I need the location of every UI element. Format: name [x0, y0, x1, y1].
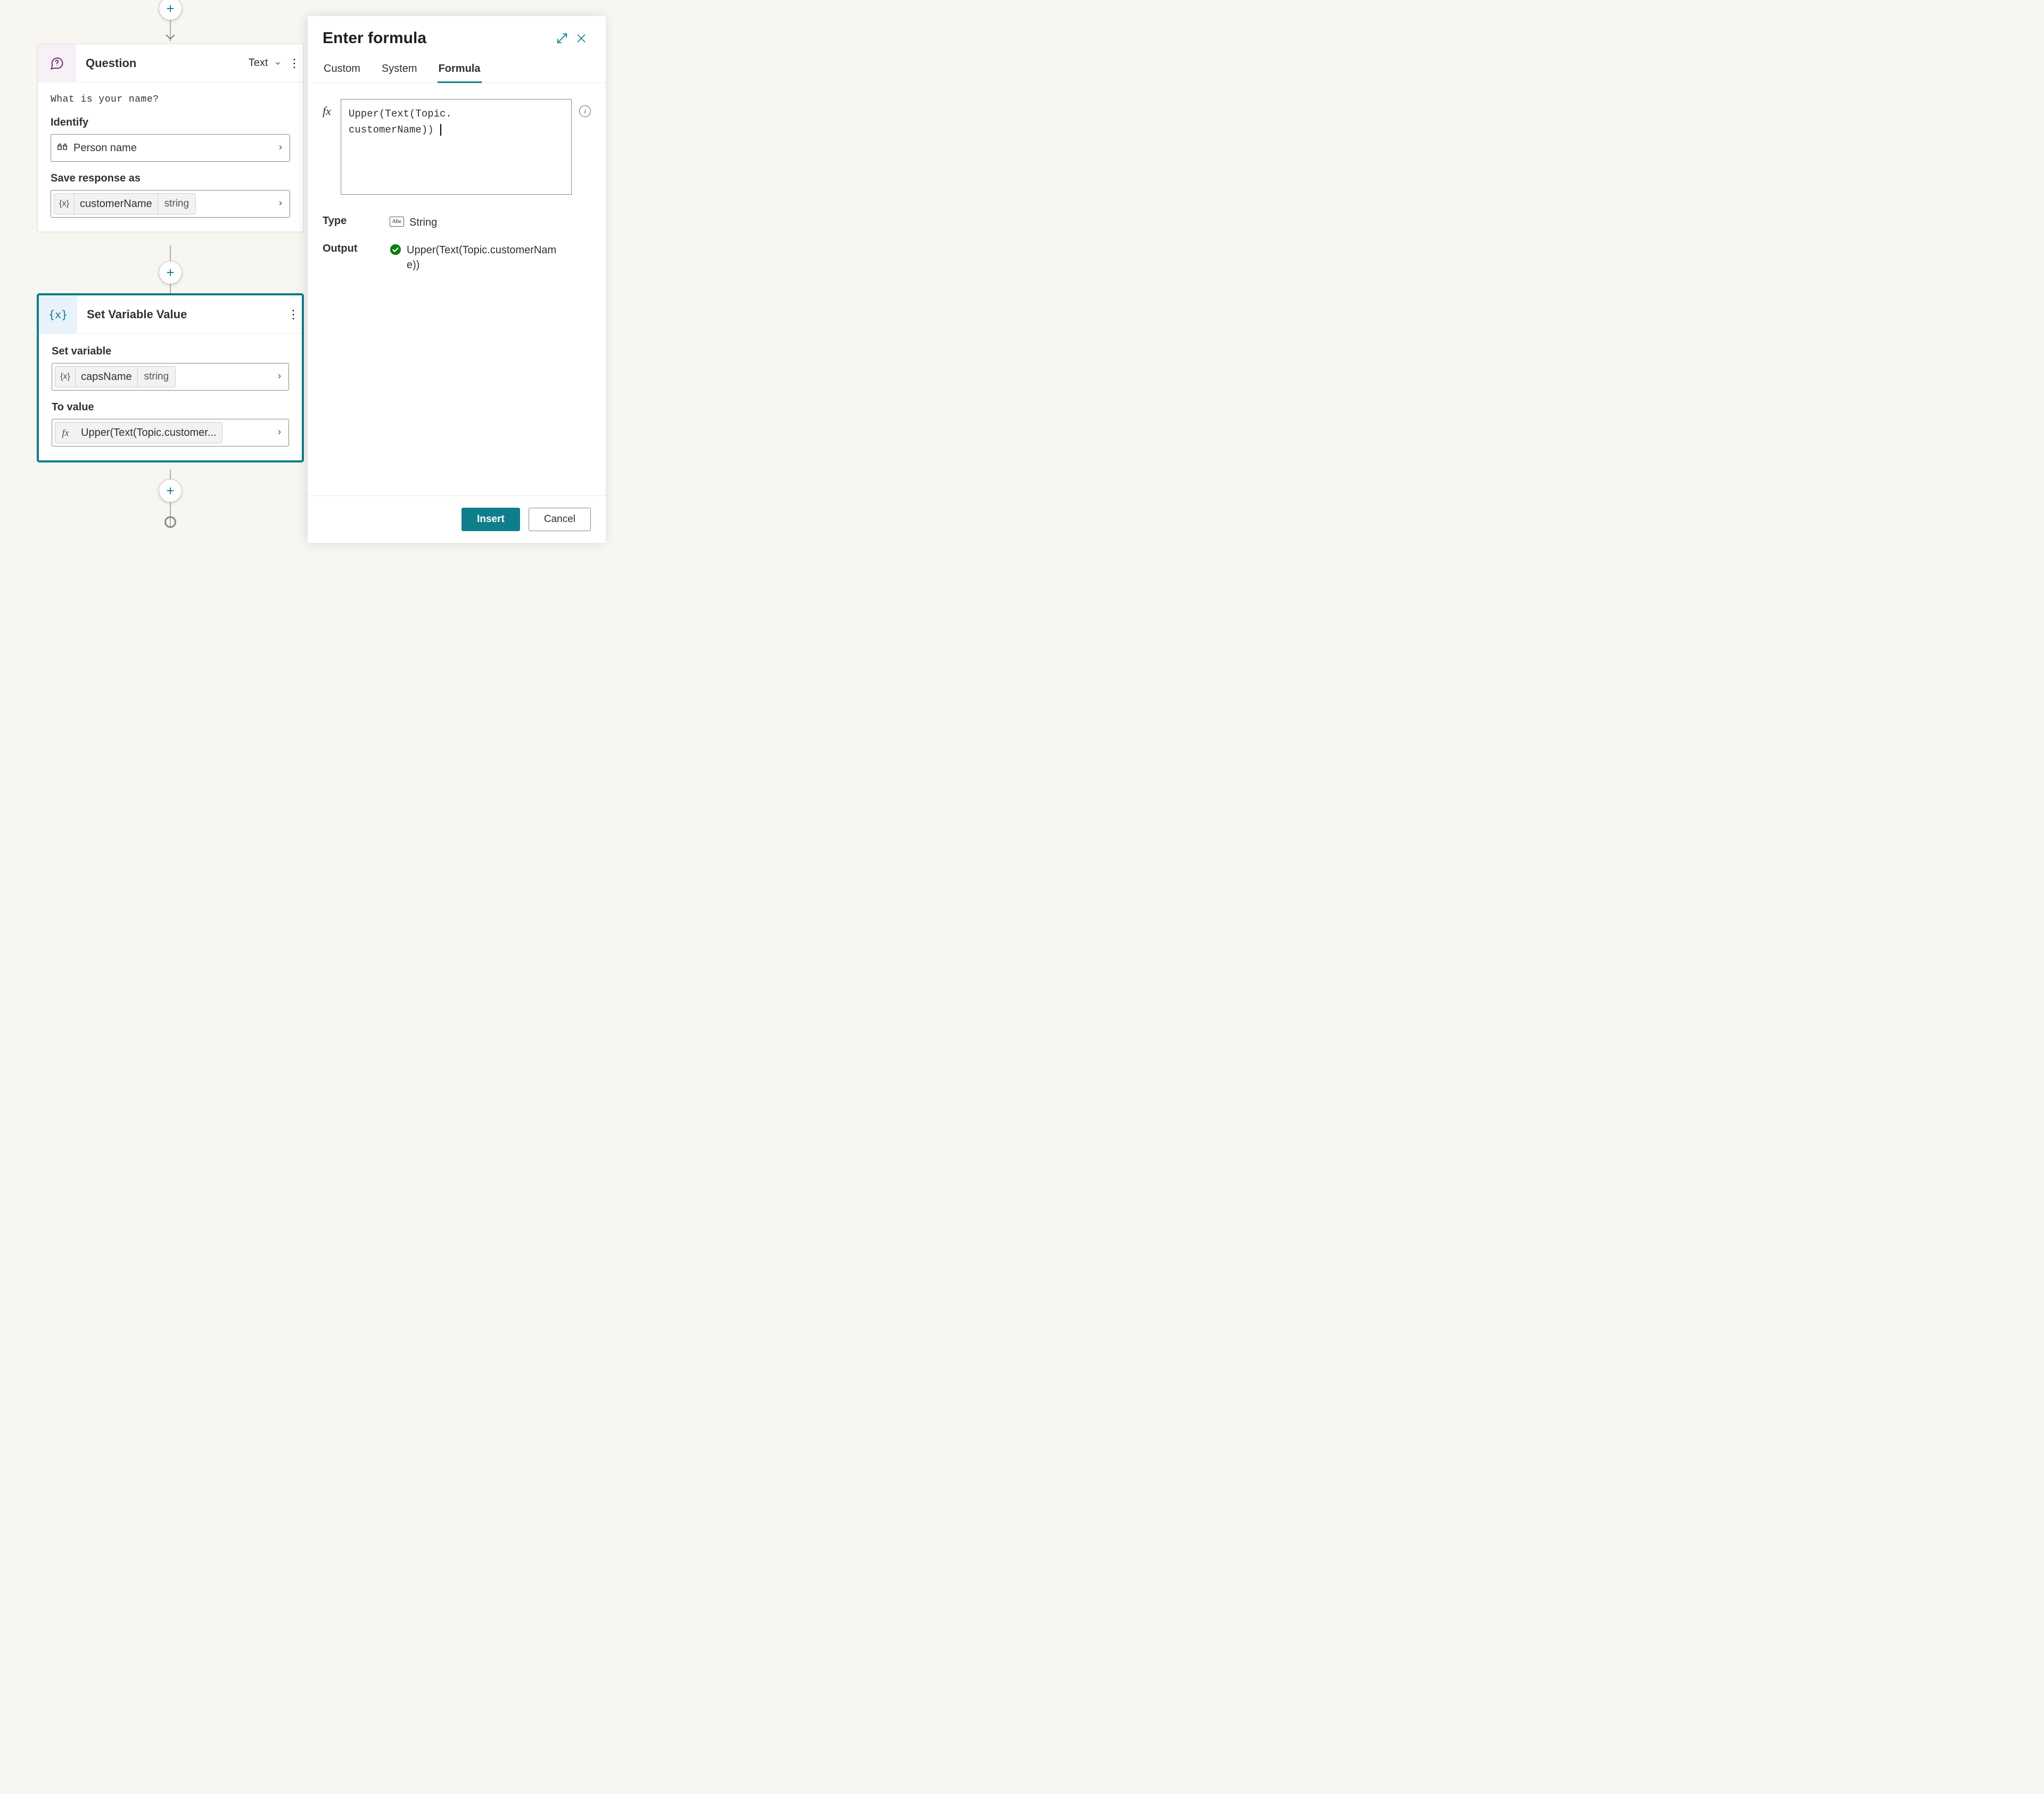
variable-type: string [137, 367, 175, 387]
variable-chip: {x} customerName string [54, 193, 196, 214]
question-icon [38, 44, 76, 82]
card-overflow-menu[interactable]: ⋮ [286, 56, 303, 70]
card-title: Set Variable Value [77, 308, 285, 321]
variable-icon: {x} [39, 295, 77, 334]
insert-button[interactable]: Insert [461, 508, 520, 531]
chevron-right-icon [277, 198, 284, 210]
chevron-right-icon [276, 427, 283, 439]
fx-icon: fx [323, 99, 341, 118]
authoring-canvas[interactable]: + Question Text ⋮ What is your name? Ide… [0, 0, 306, 559]
card-overflow-menu[interactable]: ⋮ [285, 308, 302, 321]
identify-label: Identify [51, 117, 290, 129]
set-variable-node-card[interactable]: {x} Set Variable Value ⋮ Set variable {x… [37, 294, 303, 462]
formula-input[interactable]: Upper(Text(Topic. customerName)) [341, 99, 572, 195]
variable-type: string [158, 194, 195, 214]
formula-chip: fx Upper(Text(Topic.customer... [55, 422, 222, 443]
entity-icon [51, 142, 73, 154]
formula-preview: Upper(Text(Topic.customer... [76, 427, 222, 439]
abc-type-icon: Abc [390, 217, 404, 227]
question-node-card[interactable]: Question Text ⋮ What is your name? Ident… [37, 44, 303, 232]
to-value-picker[interactable]: fx Upper(Text(Topic.customer... [52, 419, 289, 447]
chevron-right-icon [277, 142, 284, 154]
cancel-button[interactable]: Cancel [529, 508, 591, 531]
add-node-button[interactable]: + [159, 479, 182, 502]
to-value-label: To value [52, 401, 289, 414]
variable-chip: {x} capsName string [55, 366, 176, 387]
output-label: Output [323, 243, 390, 255]
fx-icon: fx [55, 423, 76, 443]
panel-tabs: Custom System Formula [308, 53, 606, 83]
save-response-label: Save response as [51, 172, 290, 185]
set-variable-picker[interactable]: {x} capsName string [52, 363, 289, 391]
type-value: String [409, 215, 437, 230]
variable-icon: {x} [55, 367, 76, 387]
panel-title: Enter formula [323, 29, 553, 47]
info-icon[interactable]: i [579, 105, 591, 117]
add-node-button[interactable]: + [159, 261, 182, 284]
identify-value: Person name [73, 142, 273, 154]
add-node-button[interactable]: + [159, 0, 182, 20]
tab-custom[interactable]: Custom [323, 59, 361, 82]
card-header: Question Text ⋮ [38, 44, 303, 82]
identify-picker[interactable]: Person name [51, 134, 290, 162]
enter-formula-panel: Enter formula Custom System Formula fx U… [308, 16, 606, 543]
chevron-right-icon [276, 371, 283, 383]
expand-icon[interactable] [553, 29, 572, 48]
success-check-icon [390, 244, 401, 260]
arrow-down-icon [166, 31, 175, 40]
question-response-type[interactable]: Text [249, 57, 282, 69]
close-icon[interactable] [572, 29, 591, 48]
variable-name: capsName [76, 371, 137, 383]
card-title: Question [76, 56, 249, 70]
end-node-icon [164, 516, 176, 528]
card-header: {x} Set Variable Value ⋮ [39, 295, 302, 334]
text-caret [434, 124, 441, 136]
type-label: Type [323, 215, 390, 227]
set-variable-label: Set variable [52, 345, 289, 358]
question-prompt-text[interactable]: What is your name? [51, 94, 290, 105]
variable-icon: {x} [54, 194, 75, 214]
save-response-variable-picker[interactable]: {x} customerName string [51, 190, 290, 218]
variable-name: customerName [75, 198, 158, 210]
output-value: Upper(Text(Topic.customerName)) [407, 243, 566, 272]
tab-system[interactable]: System [381, 59, 418, 82]
tab-formula[interactable]: Formula [438, 59, 482, 83]
